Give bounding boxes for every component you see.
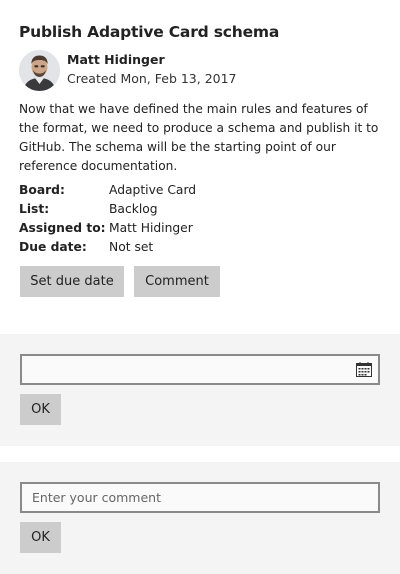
avatar xyxy=(19,50,60,91)
card-title: Publish Adaptive Card schema xyxy=(19,23,280,41)
adaptive-card: Publish Adaptive Card schema Matt Hiding… xyxy=(0,0,400,574)
set-due-date-button[interactable]: Set due date xyxy=(20,266,124,297)
author-name: Matt Hidinger xyxy=(67,52,165,67)
comment-input[interactable] xyxy=(20,482,380,513)
fact-value: Matt Hidinger xyxy=(109,221,193,235)
date-input[interactable] xyxy=(20,354,380,385)
comment-panel: OK xyxy=(0,462,400,574)
comment-ok-button[interactable]: OK xyxy=(20,522,61,553)
comment-button[interactable]: Comment xyxy=(134,266,220,297)
created-date: Created Mon, Feb 13, 2017 xyxy=(67,71,237,86)
card-description: Now that we have defined the main rules … xyxy=(19,102,379,173)
date-ok-button[interactable]: OK xyxy=(20,394,61,425)
fact-key: Due date: xyxy=(19,240,87,254)
calendar-icon[interactable] xyxy=(356,362,372,377)
fact-value: Backlog xyxy=(109,202,158,216)
fact-key: Board: xyxy=(19,183,65,197)
fact-value: Adaptive Card xyxy=(109,183,197,197)
fact-key: List: xyxy=(19,202,50,216)
fact-key: Assigned to: xyxy=(19,221,106,235)
due-date-panel: OK xyxy=(0,334,400,446)
fact-value: Not set xyxy=(109,240,154,254)
